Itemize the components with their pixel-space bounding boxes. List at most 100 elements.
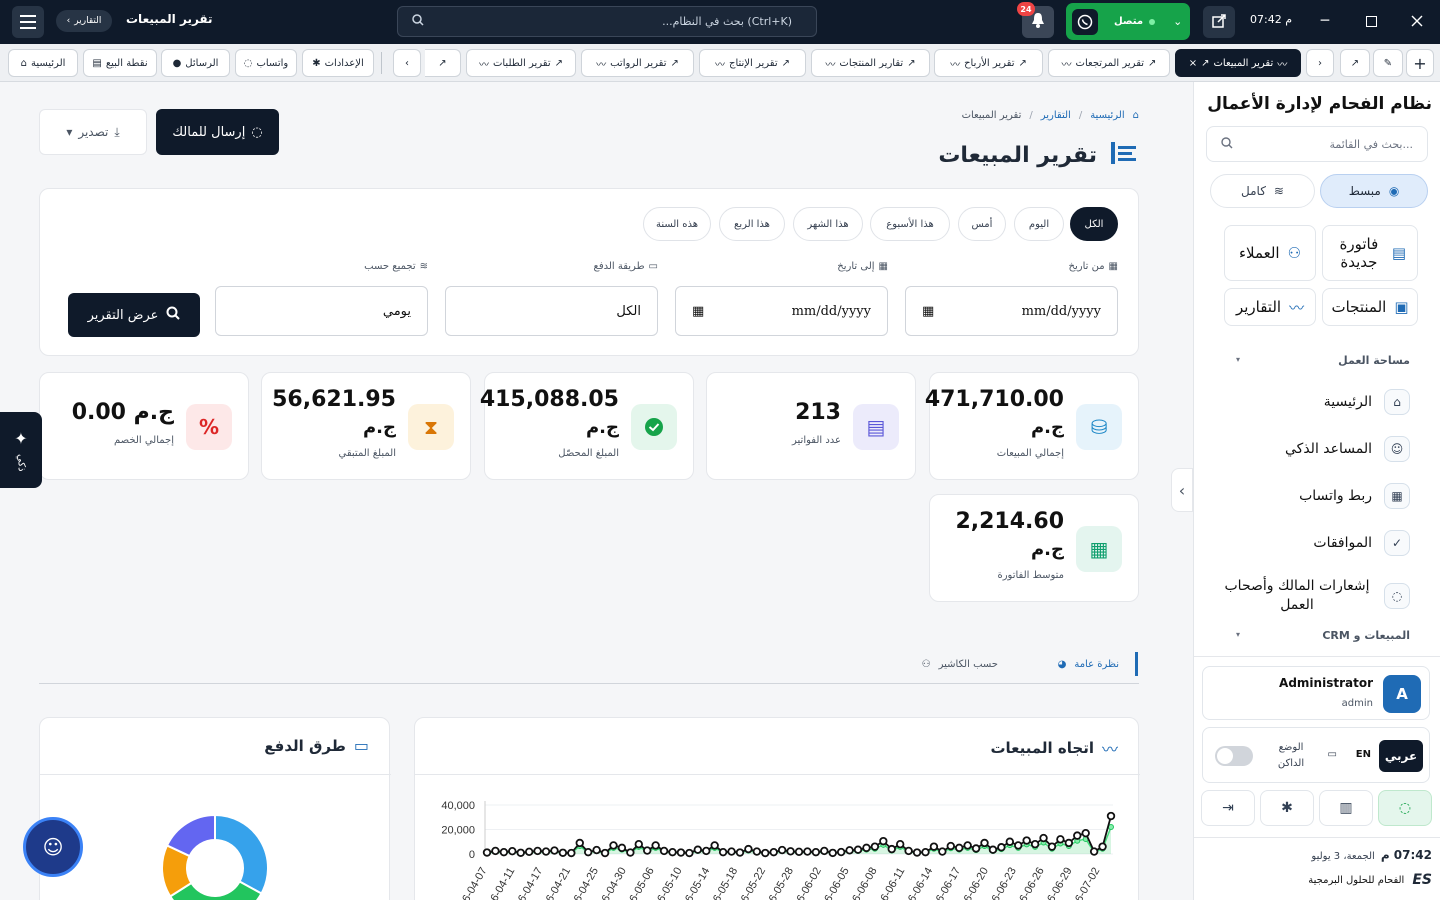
data-point-sales <box>862 843 871 853</box>
tabs-scroll-left-button[interactable]: ‹ <box>393 49 421 77</box>
tab-messages[interactable]: ● الرسائل <box>161 49 230 77</box>
clock-time: 07:42 م <box>1380 848 1432 862</box>
tab-sales-report[interactable]: × ↗ تقرير المبيعات 〰 <box>1175 49 1301 77</box>
global-search-input[interactable]: ...بحث في النظام (Ctrl+K) <box>397 6 817 37</box>
logout-button[interactable]: ⇥ <box>1201 790 1255 826</box>
sidebar-item-owner-notifications[interactable]: ◌ إشعارات المالك وأصحاب العمل <box>1222 577 1410 615</box>
tab-tools-button[interactable]: ✎ <box>1373 49 1403 77</box>
tab-orders-report[interactable]: 〰 تقرير الطلبات ↗ <box>466 49 576 77</box>
mode-simple-button[interactable]: ◉ مبسط <box>1320 174 1428 208</box>
tab-profits-report[interactable]: 〰 تقرير الأرباح ↗ <box>934 49 1043 77</box>
export-button[interactable]: ▾ تصدير ⤓ <box>39 109 147 155</box>
stat-invoice-count: ▤ 213 عدد الفواتير <box>706 372 916 480</box>
connection-status: متصل <box>1114 16 1144 27</box>
sidebar-collapse-button[interactable]: ‹ <box>1171 468 1193 512</box>
data-point-sales <box>752 847 762 856</box>
whatsapp-shortcut-button[interactable]: ◌ <box>1378 790 1432 826</box>
data-point-sales <box>870 842 880 851</box>
period-this-year[interactable]: هذه السنة <box>643 207 711 241</box>
minimize-icon[interactable]: ─ <box>1316 12 1334 30</box>
data-point-sales <box>575 838 584 848</box>
quick-customers[interactable]: ⚇ العملاء <box>1224 225 1316 281</box>
avatar: A <box>1383 675 1421 713</box>
data-point-sales <box>558 848 568 857</box>
period-today[interactable]: اليوم <box>1014 207 1064 241</box>
period-this-month[interactable]: هذا الشهر <box>793 207 863 241</box>
from-date-input[interactable]: ▦ mm/dd/yyyy <box>905 286 1118 336</box>
data-point-sales <box>921 847 930 857</box>
whatsapp-icon: ◌ <box>243 57 253 69</box>
maximize-icon[interactable] <box>1362 12 1380 30</box>
tab-production-report[interactable]: 〰 تقرير الإنتاج ↗ <box>699 49 806 77</box>
payment-method-select[interactable]: الكل <box>445 286 658 336</box>
lang-arabic-button[interactable]: عربي <box>1379 740 1423 772</box>
data-point-sales <box>938 847 947 856</box>
tab-salaries-report[interactable]: 〰 تقرير الرواتب ↗ <box>581 49 694 77</box>
qr-icon: ▦ <box>1384 483 1410 509</box>
whatsapp-status-button[interactable]: متصل ⌄ <box>1066 3 1190 40</box>
chevron-down-icon[interactable]: ▾ <box>1236 355 1240 364</box>
breadcrumb-pill[interactable]: ‹ التقارير <box>56 10 112 32</box>
data-point-sales <box>1089 847 1099 856</box>
data-point-sales <box>541 847 551 856</box>
chatbot-button[interactable]: ☺ <box>23 817 83 877</box>
period-this-quarter[interactable]: هذا الربع <box>719 207 785 241</box>
tab-overview[interactable]: نظرة عامة ◕ <box>1058 652 1138 676</box>
chart-line-icon: 〰 <box>1101 740 1118 759</box>
detach-tab-button[interactable]: ↗ <box>1340 49 1370 77</box>
tab-home[interactable]: ⌂ الرئيسية <box>8 49 78 77</box>
tab-products-report[interactable]: 〰 تقارير المنتجات ↗ <box>811 49 930 77</box>
chevron-down-icon[interactable]: ▾ <box>1236 630 1240 639</box>
tab-partial[interactable]: ↗ <box>425 49 461 77</box>
sidebar-search-input[interactable]: بحث في القائمة... <box>1206 126 1428 162</box>
sidebar-item-approvals[interactable]: ✓ الموافقات <box>1313 530 1410 556</box>
home-icon: ⌂ <box>1132 110 1139 121</box>
data-point-sales <box>811 847 821 857</box>
quick-products[interactable]: ▣ المنتجات <box>1322 288 1418 326</box>
close-icon[interactable]: × <box>1189 58 1197 69</box>
period-this-week[interactable]: هذا الأسبوع <box>870 207 950 241</box>
dark-mode-toggle[interactable] <box>1215 746 1253 766</box>
tab-returns-report[interactable]: 〰 تقرير المرتجعات ↗ <box>1048 49 1170 77</box>
external-link-icon: ↗ <box>554 57 564 69</box>
lang-english-button[interactable]: EN <box>1356 749 1371 760</box>
sidebar-item-home[interactable]: ⌂ الرئيسية <box>1324 389 1410 415</box>
data-point-sales <box>592 845 601 855</box>
x-tick-label: 6-06-26 <box>1017 866 1046 900</box>
breadcrumb-home[interactable]: الرئيسية <box>1090 110 1124 121</box>
tab-pos[interactable]: ▤ نقطة البيع <box>83 49 157 77</box>
tabs-scroll-right-button[interactable]: › <box>1306 49 1334 77</box>
show-report-button[interactable]: عرض التقرير <box>68 293 200 337</box>
send-owner-button[interactable]: إرسال للمالك ◌ <box>156 109 279 155</box>
data-point-sales <box>988 845 998 854</box>
period-all[interactable]: الكل <box>1070 207 1118 241</box>
mode-full-button[interactable]: ≋ كامل <box>1210 174 1315 208</box>
tab-by-cashier[interactable]: حسب الكاشير ⚇ <box>922 652 998 676</box>
check-badge-icon: ✓ <box>1384 530 1410 556</box>
breadcrumb-reports[interactable]: التقارير <box>1041 110 1071 121</box>
new-tab-button[interactable]: + <box>1406 49 1434 77</box>
stats-shortcut-button[interactable]: ▥ <box>1319 790 1373 826</box>
quick-new-invoice[interactable]: ▤ فاتورة جديدة <box>1322 225 1418 281</box>
cash-register-icon: ▤ <box>92 57 102 69</box>
sidebar-item-ai-assistant[interactable]: ☺ المساعد الذكي <box>1285 436 1410 462</box>
tab-whatsapp[interactable]: ◌ واتساب <box>235 49 297 77</box>
sidebar-item-whatsapp-link[interactable]: ▦ ربط واتساب <box>1299 483 1410 509</box>
user-card[interactable]: A Administrator admin <box>1202 666 1430 720</box>
data-point-sales <box>786 847 795 856</box>
open-external-button[interactable] <box>1203 6 1235 38</box>
ai-assistant-tab[interactable]: ✦ ذكي <box>0 412 42 488</box>
to-date-input[interactable]: ▦ mm/dd/yyyy <box>675 286 888 336</box>
menu-icon[interactable] <box>12 6 44 38</box>
quick-reports[interactable]: 〰 التقارير <box>1224 288 1316 326</box>
tab-settings[interactable]: ✱ الإعدادات <box>302 49 374 77</box>
group-by-select[interactable]: يومي <box>215 286 428 336</box>
credit-card-icon: ▭ <box>353 736 369 755</box>
payment-methods-chart <box>161 813 269 900</box>
period-yesterday[interactable]: أمس <box>958 207 1006 241</box>
sidebar: نظام الفحام لإدارة الأعمال بحث في القائم… <box>1193 82 1440 900</box>
settings-shortcut-button[interactable]: ✱ <box>1260 790 1314 826</box>
close-icon[interactable] <box>1408 12 1426 30</box>
stat-discount: % 0.00 ج.م إجمالي الخصم <box>39 372 249 480</box>
data-point-sales <box>1030 839 1040 849</box>
